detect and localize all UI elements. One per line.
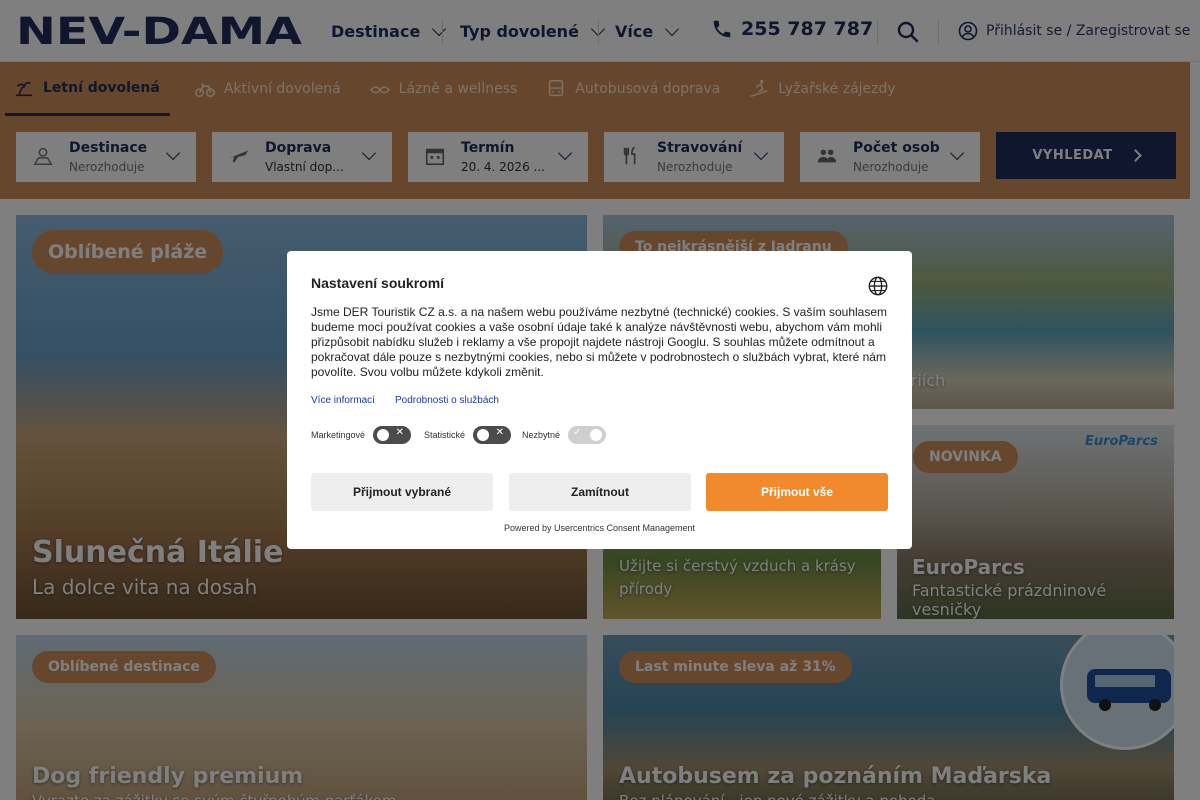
toggle-marketing[interactable]: Marketingové ✕ bbox=[311, 426, 412, 444]
accept-all-button[interactable]: Přijmout vše bbox=[706, 473, 888, 511]
switch-knob bbox=[377, 429, 390, 441]
consent-title: Nastavení soukromí bbox=[311, 275, 445, 291]
marketing-switch[interactable]: ✕ bbox=[373, 426, 412, 444]
accept-selected-button[interactable]: Přijmout vybrané bbox=[311, 473, 493, 511]
powered-by-text: Powered by Usercentrics Consent Manageme… bbox=[503, 523, 696, 533]
reject-button[interactable]: Zamítnout bbox=[509, 473, 691, 511]
switch-knob bbox=[590, 429, 603, 441]
statistics-switch[interactable]: ✕ bbox=[473, 426, 512, 444]
toggle-label: Marketingové bbox=[311, 430, 366, 440]
service-details-link[interactable]: Podrobnosti o službách bbox=[395, 395, 499, 406]
toggle-necessary: Nezbytné ✓ bbox=[522, 426, 607, 444]
toggle-statistics[interactable]: Statistické ✕ bbox=[424, 426, 512, 444]
check-icon: ✓ bbox=[573, 427, 582, 438]
switch-knob bbox=[477, 429, 490, 441]
necessary-switch: ✓ bbox=[568, 426, 607, 444]
close-icon: ✕ bbox=[395, 427, 405, 438]
language-globe-icon[interactable] bbox=[867, 275, 889, 297]
more-info-link[interactable]: Více informací bbox=[311, 395, 375, 406]
toggle-label: Nezbytné bbox=[522, 430, 561, 440]
consent-dialog: Nastavení soukromí Jsme DER Touristik CZ… bbox=[287, 251, 912, 549]
consent-text: Jsme DER Touristik CZ a.s. a na našem we… bbox=[311, 305, 888, 379]
close-icon: ✕ bbox=[495, 427, 505, 438]
toggle-label: Statistické bbox=[424, 430, 466, 440]
